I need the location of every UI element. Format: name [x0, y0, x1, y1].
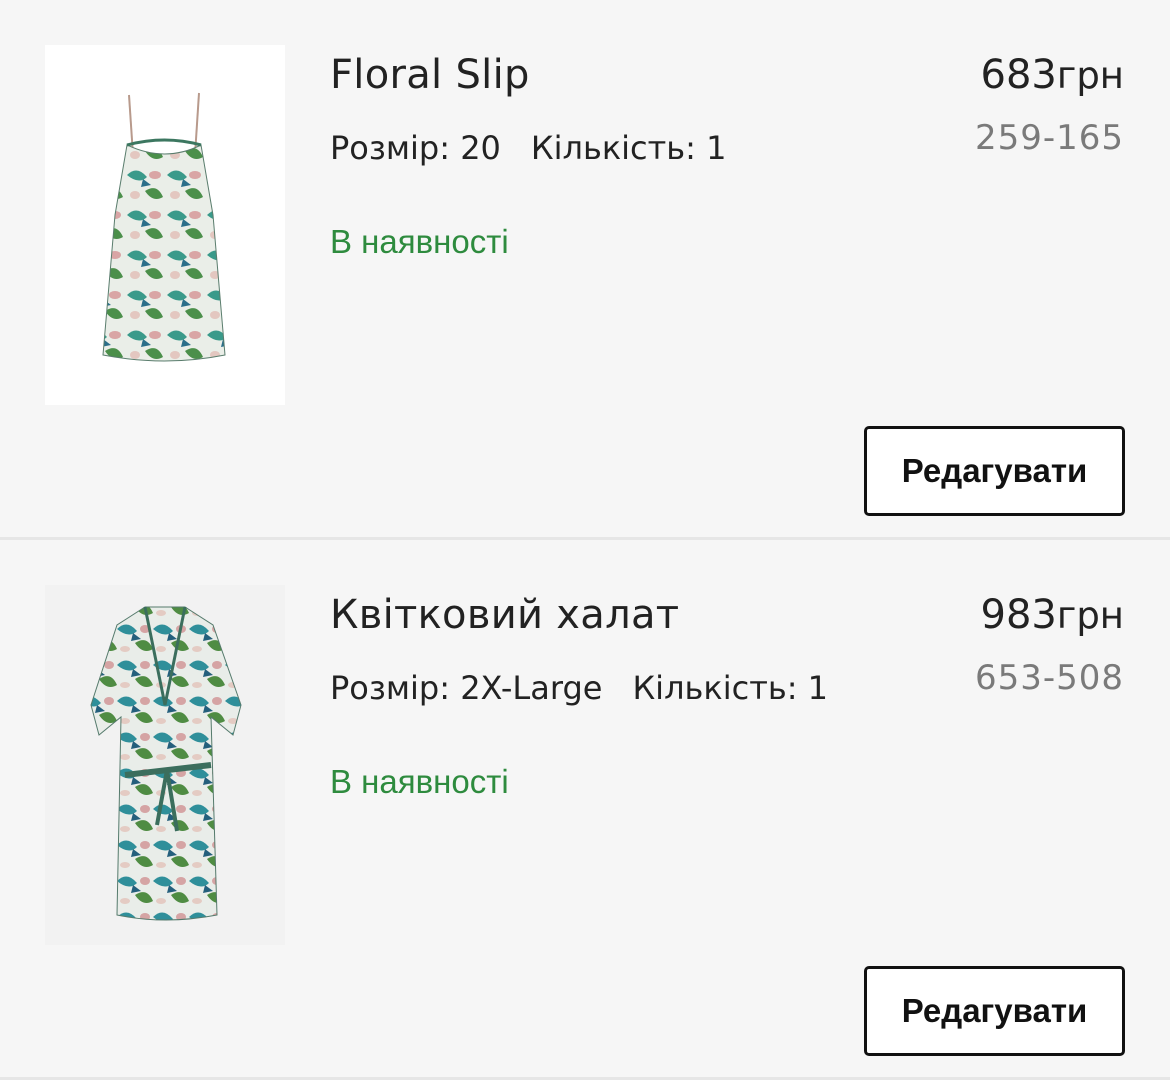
product-sku: 259-165	[974, 118, 1124, 158]
cart-item: Квітковий халат Розмір: 2X-Large Кількіст…	[0, 540, 1170, 1080]
price-amount: 683	[980, 52, 1057, 98]
product-meta: Розмір: 20 Кількість: 1	[330, 128, 726, 168]
stock-status: В наявності	[330, 223, 509, 260]
quantity-label: Кількість: 1	[530, 129, 727, 167]
cart-items-list: Floral Slip Розмір: 20 Кількість: 1 В ная…	[0, 0, 1170, 1080]
size-label: Розмір: 2X-Large	[330, 669, 603, 707]
price-currency: грн	[1056, 54, 1124, 97]
robe-icon	[90, 606, 242, 921]
price: 683грн	[981, 52, 1124, 99]
price-currency: грн	[1056, 594, 1124, 637]
product-sku: 653-508	[974, 658, 1124, 698]
product-image-slip-dress[interactable]	[45, 45, 285, 405]
edit-button[interactable]: Редагувати	[864, 426, 1125, 516]
product-meta: Розмір: 2X-Large Кількість: 1	[330, 668, 828, 708]
price-amount: 983	[980, 592, 1057, 638]
size-label: Розмір: 20	[330, 129, 501, 167]
product-name[interactable]: Floral Slip	[330, 52, 530, 98]
edit-button[interactable]: Редагувати	[864, 966, 1125, 1056]
cart-item: Floral Slip Розмір: 20 Кількість: 1 В ная…	[0, 0, 1170, 540]
stock-status: В наявності	[330, 763, 509, 800]
product-image-robe[interactable]	[45, 585, 285, 945]
slip-dress-icon	[102, 92, 226, 362]
price: 983грн	[981, 592, 1124, 639]
product-name[interactable]: Квітковий халат	[330, 592, 679, 638]
quantity-label: Кількість: 1	[632, 669, 828, 707]
